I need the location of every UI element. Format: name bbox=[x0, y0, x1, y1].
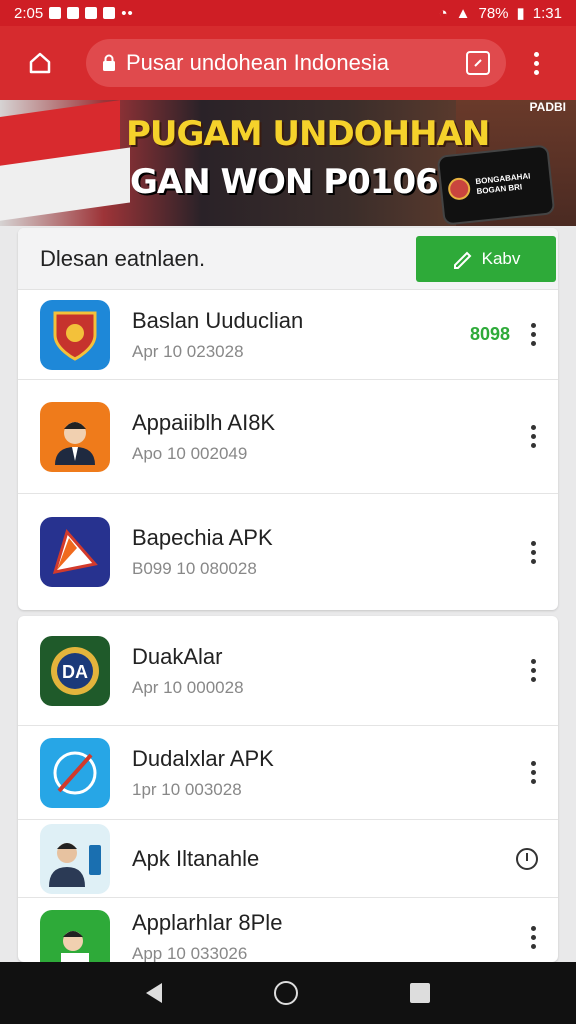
list-item-text: DuakAlar Apr 10 000028 bbox=[132, 644, 528, 698]
app-date: Apr 10 000028 bbox=[132, 677, 244, 697]
more-vert-icon[interactable] bbox=[528, 323, 538, 346]
more-vert-icon[interactable] bbox=[528, 425, 538, 448]
edit-icon bbox=[453, 251, 472, 269]
browser-toolbar: Pusar undohean Indonesia bbox=[0, 26, 576, 100]
list-item-text: Baslan Uuduclian Apr 10 023028 bbox=[132, 308, 470, 362]
more-vert-icon[interactable] bbox=[528, 659, 538, 682]
app-list-card: DA DuakAlar Apr 10 000028 Dudalxlar APK … bbox=[18, 616, 558, 962]
list-item-actions bbox=[528, 659, 558, 682]
list-item[interactable]: Bapechia APK B099 10 080028 bbox=[18, 494, 558, 610]
recent-apps-icon[interactable] bbox=[410, 983, 430, 1003]
system-nav-bar bbox=[0, 962, 576, 1024]
app-date: Apr 10 023028 bbox=[132, 341, 244, 361]
notification-icon bbox=[85, 7, 98, 19]
list-item-text: Bapechia APK B099 10 080028 bbox=[132, 525, 528, 579]
card-header-title: Dlesan eatnlaen. bbox=[40, 245, 206, 271]
list-item-text: Applarhlar 8Ple App 10 033026 bbox=[132, 910, 528, 962]
list-item[interactable]: DA DuakAlar Apr 10 000028 bbox=[18, 616, 558, 726]
notification-icon bbox=[49, 7, 62, 19]
phone-text: BONGABAHAI BOGAN BRI bbox=[475, 171, 531, 197]
list-item[interactable]: Baslan Uuduclian Apr 10 023028 8098 bbox=[18, 290, 558, 380]
back-icon[interactable] bbox=[146, 983, 162, 1003]
status-right: ◔ ▲ 78% ▮ 1:31 bbox=[438, 4, 562, 23]
list-item-actions bbox=[516, 847, 558, 870]
app-name: Appaiiblh AI8K bbox=[132, 409, 276, 435]
list-item[interactable]: Appaiiblh AI8K Apo 10 002049 bbox=[18, 380, 558, 494]
list-item-text: Apk Iltanahle bbox=[132, 846, 516, 872]
more-vert-icon[interactable] bbox=[528, 761, 538, 784]
list-item[interactable]: Apk Iltanahle bbox=[18, 820, 558, 898]
app-emblem-icon bbox=[40, 299, 110, 370]
app-name: Baslan Uuduclian bbox=[132, 307, 304, 333]
app-person-icon bbox=[40, 823, 110, 894]
list-item-text: Appaiiblh AI8K Apo 10 002049 bbox=[132, 410, 528, 464]
lock-icon bbox=[102, 54, 116, 72]
list-item[interactable]: Dudalxlar APK 1pr 10 003028 bbox=[18, 726, 558, 820]
app-name: Bapechia APK bbox=[132, 525, 273, 550]
banner-tag: PADBI bbox=[529, 100, 566, 114]
list-item-actions bbox=[528, 910, 558, 949]
status-left: 2:05 •• bbox=[14, 5, 439, 22]
notification-icon bbox=[67, 7, 80, 19]
tabs-icon bbox=[474, 59, 482, 67]
wifi-icon: ◔ bbox=[438, 4, 448, 22]
notification-icon bbox=[103, 7, 116, 19]
svg-text:DA: DA bbox=[62, 662, 88, 682]
add-button-label: Kabv bbox=[481, 248, 521, 268]
home-circle-icon[interactable] bbox=[274, 981, 298, 1005]
home-icon bbox=[29, 52, 51, 74]
banner-title: PUGAM UNDOHHAN bbox=[126, 114, 490, 154]
app-date: B099 10 080028 bbox=[132, 559, 257, 578]
app-person-icon bbox=[40, 401, 110, 472]
app-name: Apk Iltanahle bbox=[132, 845, 260, 871]
list-item-text: Dudalxlar APK 1pr 10 003028 bbox=[132, 746, 528, 800]
app-date: Apo 10 002049 bbox=[132, 443, 248, 463]
url-bar[interactable]: Pusar undohean Indonesia bbox=[86, 39, 506, 87]
app-name: Applarhlar 8Ple bbox=[132, 910, 283, 935]
app-list-card: Dlesan eatnlaen. Kabv Baslan Uuduclian A… bbox=[18, 228, 558, 610]
card-header: Dlesan eatnlaen. Kabv bbox=[18, 228, 558, 290]
app-emblem-icon: DA bbox=[40, 635, 110, 706]
promo-banner[interactable]: PUGAM UNDOHHAN GAN WON P01069N PADBI BON… bbox=[0, 100, 576, 226]
app-date: App 10 033026 bbox=[132, 944, 248, 962]
phone-image: BONGABAHAI BOGAN BRI bbox=[436, 144, 556, 226]
home-button[interactable] bbox=[14, 37, 66, 89]
status-time: 2:05 bbox=[14, 4, 44, 22]
battery-text: 78% bbox=[478, 4, 509, 22]
app-name: DuakAlar bbox=[132, 643, 223, 669]
list-item-actions bbox=[528, 540, 558, 564]
more-vert-icon[interactable] bbox=[528, 540, 538, 564]
battery-icon: ▮ bbox=[516, 5, 525, 22]
emblem-icon bbox=[447, 176, 472, 201]
app-name: Dudalxlar APK bbox=[132, 745, 274, 771]
add-button[interactable]: Kabv bbox=[416, 235, 556, 282]
clock-icon[interactable] bbox=[516, 847, 538, 870]
tabs-button[interactable] bbox=[466, 51, 490, 75]
status-bar: 2:05 •• ◔ ▲ 78% ▮ 1:31 bbox=[0, 0, 576, 26]
app-date: 1pr 10 003028 bbox=[132, 779, 242, 799]
url-text: Pusar undohean Indonesia bbox=[126, 50, 389, 75]
status-badge: 8098 bbox=[469, 324, 510, 344]
list-item-actions bbox=[528, 761, 558, 784]
status-clock: 1:31 bbox=[532, 4, 562, 22]
signal-icon: ▲ bbox=[455, 4, 471, 22]
app-pen-icon bbox=[40, 737, 110, 808]
list-item-actions: 8098 bbox=[470, 323, 558, 346]
app-logo-icon bbox=[40, 517, 110, 587]
more-notifications-icon: •• bbox=[121, 4, 134, 22]
more-vert-icon[interactable] bbox=[524, 51, 548, 75]
list-item[interactable]: Applarhlar 8Ple App 10 033026 bbox=[18, 898, 558, 962]
banner-subtitle: GAN WON P01069N bbox=[130, 162, 489, 202]
more-vert-icon[interactable] bbox=[528, 926, 538, 949]
app-person-icon bbox=[40, 910, 110, 962]
list-item-actions bbox=[528, 425, 558, 448]
